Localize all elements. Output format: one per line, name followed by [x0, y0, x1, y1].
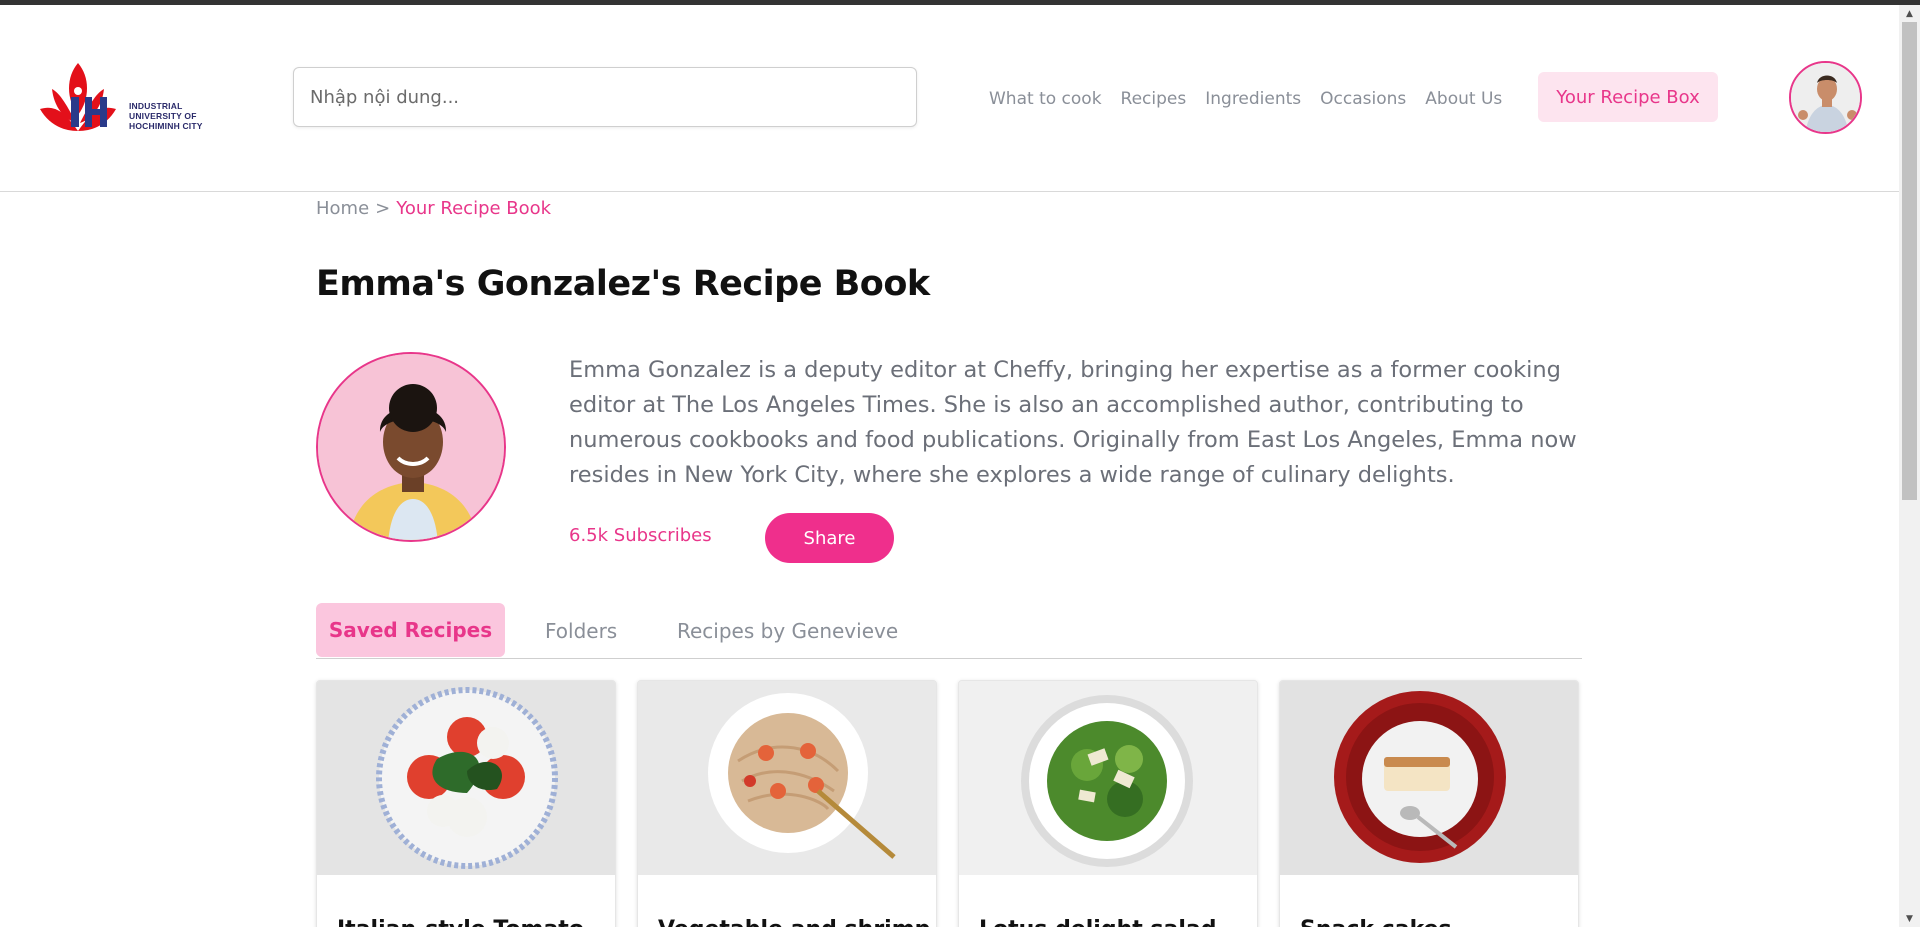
green-salad-icon: [959, 681, 1257, 875]
recipe-title[interactable]: Vegetable and shrimp: [658, 917, 930, 927]
recipe-card[interactable]: Italian-style Tomato: [316, 680, 616, 927]
user-photo-icon: [1791, 63, 1860, 132]
recipe-image: [638, 681, 936, 875]
breadcrumb-current: Your Recipe Book: [396, 198, 552, 219]
your-recipe-box-button[interactable]: Your Recipe Box: [1538, 72, 1718, 122]
site-header: INDUSTRIAL UNIVERSITY OF HOCHIMINH CITY …: [0, 5, 1899, 192]
page-title: Emma's Gonzalez's Recipe Book: [316, 264, 930, 304]
scrollbar-thumb[interactable]: [1902, 22, 1917, 500]
nav-about-us[interactable]: About Us: [1425, 89, 1502, 109]
search-input[interactable]: [293, 67, 917, 127]
share-button[interactable]: Share: [765, 513, 894, 563]
logo-text: INDUSTRIAL UNIVERSITY OF HOCHIMINH CITY: [129, 101, 203, 131]
recipe-image: [959, 681, 1257, 875]
recipe-cards: Italian-style Tomato Vegetable and shrim…: [316, 680, 1582, 927]
shrimp-pasta-icon: [638, 681, 936, 875]
breadcrumb-home[interactable]: Home: [316, 198, 369, 219]
vertical-scrollbar[interactable]: ▲ ▼: [1899, 5, 1920, 927]
breadcrumb: Home > Your Recipe Book: [316, 198, 551, 219]
tab-folders[interactable]: Folders: [545, 603, 617, 658]
tab-recipes-by-genevieve[interactable]: Recipes by Genevieve: [677, 603, 898, 658]
main-nav: What to cook Recipes Ingredients Occasio…: [989, 89, 1521, 109]
recipe-tabs: Saved Recipes Folders Recipes by Genevie…: [316, 603, 1582, 659]
university-logo[interactable]: INDUSTRIAL UNIVERSITY OF HOCHIMINH CITY: [36, 59, 221, 145]
caprese-salad-icon: [317, 681, 615, 875]
author-bio: Emma Gonzalez is a deputy editor at Chef…: [569, 357, 1577, 488]
recipe-card[interactable]: Lotus delight salad: [958, 680, 1258, 927]
tab-saved-recipes[interactable]: Saved Recipes: [316, 603, 505, 657]
page: INDUSTRIAL UNIVERSITY OF HOCHIMINH CITY …: [0, 5, 1899, 927]
recipe-card[interactable]: Snack cakes: [1279, 680, 1579, 927]
subscribers-count: 6.5k Subscribes: [569, 525, 712, 546]
scroll-up-arrow-icon[interactable]: ▲: [1899, 5, 1920, 22]
recipe-image: [317, 681, 615, 875]
recipe-title[interactable]: Snack cakes: [1300, 917, 1452, 927]
snack-cake-icon: [1280, 681, 1578, 875]
nav-what-to-cook[interactable]: What to cook: [989, 89, 1102, 109]
author-avatar: [316, 352, 506, 542]
user-avatar[interactable]: [1789, 61, 1862, 134]
recipe-card[interactable]: Vegetable and shrimp: [637, 680, 937, 927]
nav-ingredients[interactable]: Ingredients: [1205, 89, 1301, 109]
nav-recipes[interactable]: Recipes: [1121, 89, 1187, 109]
breadcrumb-separator: >: [375, 198, 391, 219]
scroll-down-arrow-icon[interactable]: ▼: [1899, 910, 1920, 927]
recipe-title[interactable]: Lotus delight salad: [979, 917, 1216, 927]
recipe-title[interactable]: Italian-style Tomato: [337, 917, 584, 927]
author-photo-icon: [318, 354, 504, 540]
recipe-image: [1280, 681, 1578, 875]
nav-occasions[interactable]: Occasions: [1320, 89, 1406, 109]
